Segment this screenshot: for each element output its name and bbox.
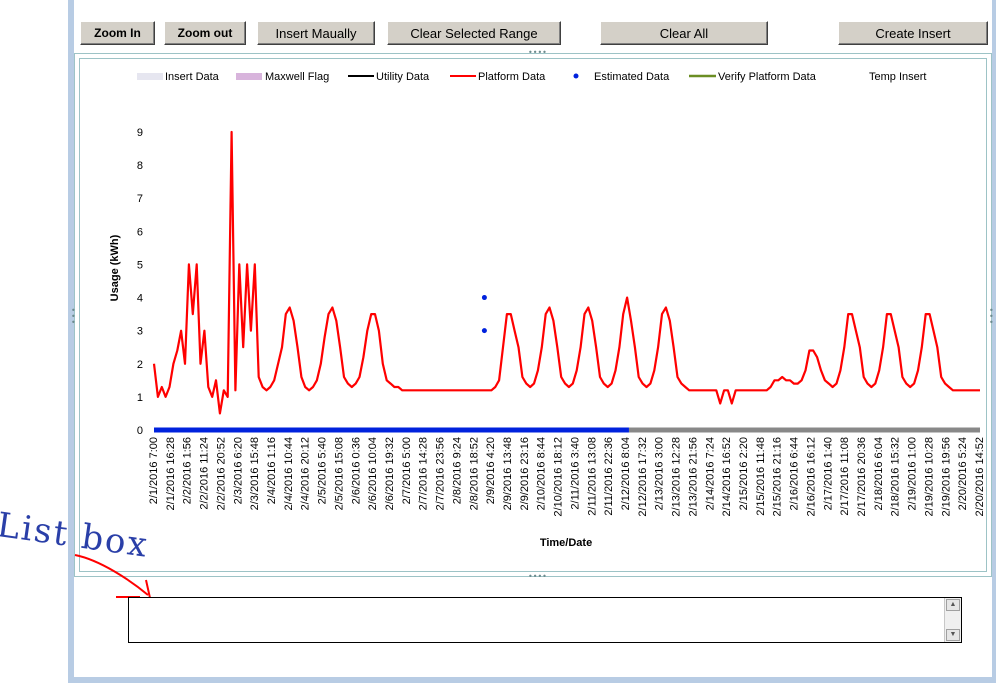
x-tick-label: 2/6/2016 19:32 — [384, 437, 396, 510]
x-tick-label: 2/19/2016 10:28 — [923, 437, 935, 517]
x-tick-label: 2/5/2016 15:08 — [333, 437, 345, 510]
list-box-scrollbar[interactable]: ▲ ▼ — [944, 598, 961, 642]
x-tick-label: 2/15/2016 2:20 — [738, 437, 750, 510]
x-tick-label: 2/14/2016 16:52 — [721, 437, 733, 517]
x-tick-label: 2/12/2016 17:32 — [637, 437, 649, 517]
x-tick-label: 2/13/2016 12:28 — [671, 437, 683, 517]
legend-label-maxwell-flag: Maxwell Flag — [265, 71, 329, 83]
x-tick-label: 2/9/2016 13:48 — [502, 437, 514, 510]
x-tick-label: 2/16/2016 16:12 — [805, 437, 817, 517]
x-tick-label: 2/7/2016 5:00 — [401, 437, 413, 504]
x-tick-label: 2/3/2016 15:48 — [249, 437, 261, 510]
y-tick-label: 5 — [137, 259, 143, 271]
legend-label-estimated-data: Estimated Data — [594, 71, 670, 83]
x-tick-label: 2/20/2016 14:52 — [974, 437, 986, 517]
x-tick-label: 2/10/2016 8:44 — [536, 437, 548, 510]
x-tick-label: 2/18/2016 6:04 — [873, 437, 885, 510]
x-tick-label: 2/15/2016 11:48 — [755, 437, 767, 516]
x-tick-label: 2/5/2016 5:40 — [317, 437, 329, 504]
scroll-down-arrow-icon[interactable]: ▼ — [946, 629, 960, 641]
x-tick-label: 2/13/2016 3:00 — [654, 437, 666, 510]
x-tick-label: 2/11/2016 22:36 — [603, 437, 615, 516]
series-layer — [152, 130, 980, 433]
legend-swatch-estimated-data — [573, 73, 579, 79]
x-tick-label: 2/7/2016 23:56 — [435, 437, 447, 510]
y-tick-label: 7 — [137, 193, 143, 205]
y-axis-ticks: 0 1 2 3 4 5 6 7 8 9 — [137, 127, 143, 437]
x-tick-label: 2/2/2016 1:56 — [182, 437, 194, 504]
x-tick-label: 2/9/2016 23:16 — [519, 437, 531, 510]
x-tick-label: 2/1/2016 7:00 — [148, 437, 160, 504]
legend-swatch-insert-data — [137, 73, 163, 80]
y-axis-label: Usage (kWh) — [109, 234, 121, 301]
x-tick-label: 2/8/2016 18:52 — [468, 437, 480, 510]
x-tick-label: 2/16/2016 6:44 — [789, 437, 801, 510]
x-tick-label: 2/13/2016 21:56 — [687, 437, 699, 517]
x-tick-label: 2/2/2016 20:52 — [215, 437, 227, 510]
legend-label-platform-data: Platform Data — [478, 71, 546, 83]
legend: Insert Data Maxwell Flag Utility Data Pl… — [137, 71, 926, 83]
y-tick-label: 6 — [137, 226, 143, 238]
y-tick-label: 1 — [137, 392, 143, 404]
legend-label-verify-platform-data: Verify Platform Data — [718, 71, 817, 83]
x-tick-label: 2/1/2016 16:28 — [165, 437, 177, 510]
x-tick-label: 2/4/2016 1:16 — [266, 437, 278, 504]
x-tick-label: 2/19/2016 1:00 — [907, 437, 919, 510]
legend-label-insert-data: Insert Data — [165, 71, 220, 83]
legend-swatch-maxwell-flag — [236, 73, 262, 80]
estimated-data-point — [481, 295, 487, 301]
x-tick-label: 2/19/2016 19:56 — [940, 437, 952, 517]
x-axis-label: Time/Date — [540, 537, 592, 549]
x-tick-label: 2/7/2016 14:28 — [418, 437, 430, 510]
x-tick-label: 2/11/2016 3:40 — [569, 437, 581, 510]
x-tick-label: 2/10/2016 18:12 — [553, 437, 565, 517]
x-tick-label: 2/12/2016 8:04 — [620, 437, 632, 510]
x-tick-label: 2/18/2016 15:32 — [890, 437, 902, 517]
x-tick-label: 2/14/2016 7:24 — [704, 437, 716, 510]
x-tick-label: 2/6/2016 0:36 — [350, 437, 362, 504]
x-axis-ticks: 2/1/2016 7:00 2/1/2016 16:28 2/2/2016 1:56… — [148, 437, 986, 517]
y-tick-label: 2 — [137, 359, 143, 371]
y-tick-label: 9 — [137, 127, 143, 139]
x-tick-label: 2/4/2016 10:44 — [283, 437, 295, 510]
annotation-arrow-stroke — [74, 554, 149, 596]
y-tick-label: 4 — [137, 293, 143, 305]
x-tick-label: 2/20/2016 5:24 — [957, 437, 969, 510]
y-tick-label: 3 — [137, 326, 143, 338]
x-tick-label: 2/6/2016 10:04 — [367, 437, 379, 510]
x-tick-label: 2/9/2016 4:20 — [485, 437, 497, 504]
x-tick-label: 2/8/2016 9:24 — [451, 437, 463, 504]
legend-label-utility-data: Utility Data — [376, 71, 430, 83]
y-tick-label: 8 — [137, 160, 143, 172]
scroll-up-arrow-icon[interactable]: ▲ — [946, 599, 960, 611]
x-tick-label: 2/11/2016 13:08 — [586, 437, 598, 516]
platform-data-line — [152, 130, 980, 415]
estimated-data-point — [481, 328, 487, 334]
x-tick-label: 2/15/2016 21:16 — [772, 437, 784, 517]
list-box[interactable]: ▲ ▼ — [128, 597, 962, 643]
x-tick-label: 2/17/2016 20:36 — [856, 437, 868, 517]
x-tick-label: 2/4/2016 20:12 — [300, 437, 312, 510]
x-tick-label: 2/17/2016 1:40 — [822, 437, 834, 510]
x-tick-label: 2/17/2016 11:08 — [839, 437, 851, 516]
x-tick-label: 2/2/2016 11:24 — [199, 437, 211, 510]
legend-label-temp-insert: Temp Insert — [869, 71, 926, 83]
y-tick-label: 0 — [137, 425, 143, 437]
x-tick-label: 2/3/2016 6:20 — [232, 437, 244, 504]
